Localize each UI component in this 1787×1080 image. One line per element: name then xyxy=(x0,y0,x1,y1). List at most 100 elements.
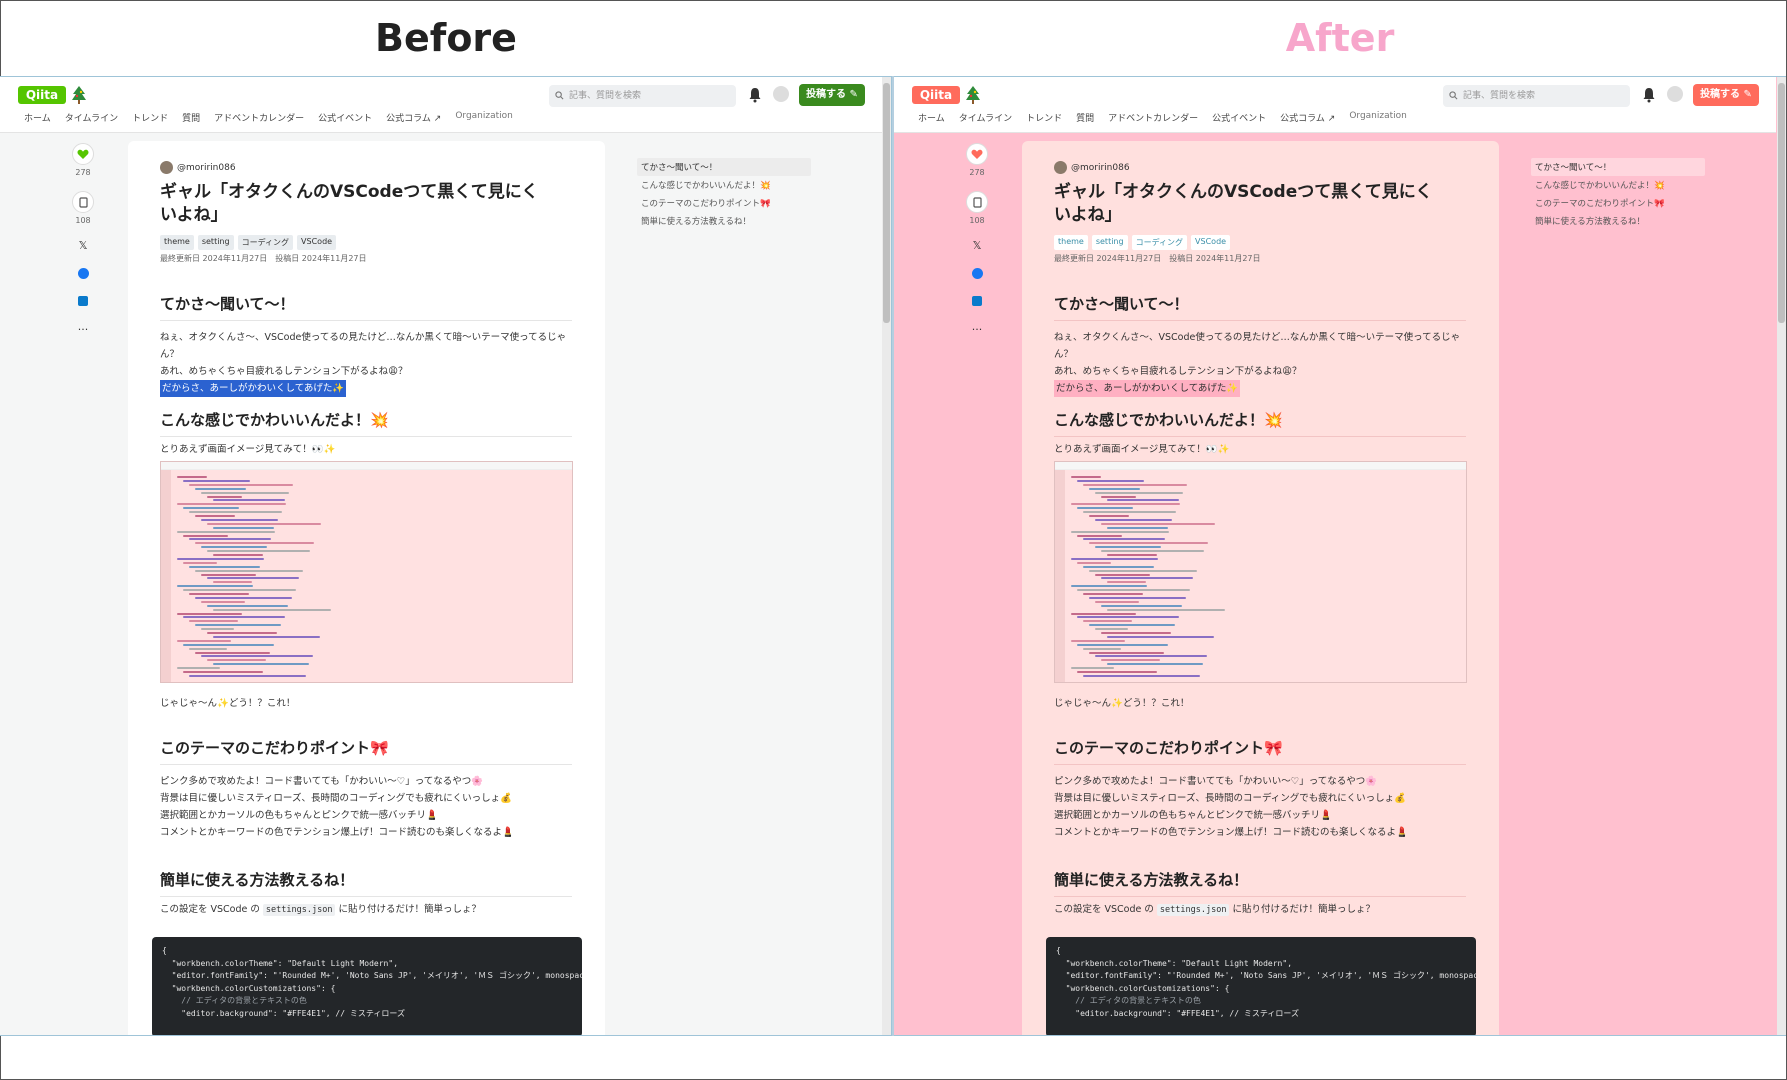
inline-code: settings.json xyxy=(1156,904,1230,916)
nav-item[interactable]: Organization xyxy=(455,111,513,124)
like-button[interactable] xyxy=(72,143,94,165)
toc-item[interactable]: てかさ～聞いて～！ xyxy=(1531,158,1705,176)
screenshot-code-line xyxy=(1071,503,1180,506)
stock-button[interactable] xyxy=(966,191,988,213)
qiita-logo[interactable]: Qiita xyxy=(912,86,960,104)
nav-item[interactable]: 公式コラム ↗ xyxy=(1280,111,1335,124)
user-avatar[interactable] xyxy=(773,86,789,102)
tag[interactable]: theme xyxy=(1054,235,1088,250)
hatena-share-icon[interactable] xyxy=(962,293,992,309)
screenshot-code-line xyxy=(177,585,253,588)
screenshot-code-line xyxy=(177,503,286,506)
code-block[interactable]: { "workbench.colorTheme": "Default Light… xyxy=(152,937,582,1035)
screenshot-code-line xyxy=(1095,573,1150,576)
author[interactable]: @moririn086 xyxy=(160,161,236,174)
scrollbar[interactable] xyxy=(882,77,891,1035)
nav-item[interactable]: タイムライン xyxy=(65,111,118,124)
nav-item[interactable]: タイムライン xyxy=(959,111,1012,124)
screenshot-code-line xyxy=(189,511,282,514)
toc-item[interactable]: こんな感じでかわいいんだよ！💥 xyxy=(1531,176,1705,194)
nav-item[interactable]: 質問 xyxy=(1076,111,1094,124)
selected-text[interactable]: だからさ、あーしがかわいくしてあげた✨ xyxy=(1054,380,1241,397)
paragraph-line: とりあえず画面イメージ見てみて！👀✨ xyxy=(1054,444,1230,455)
scrollbar-thumb[interactable] xyxy=(1778,83,1785,323)
post-button[interactable]: 投稿する ✎ xyxy=(1693,84,1759,106)
paragraph-line: じゃじゃ～ん✨どう！？これ！ xyxy=(1054,698,1190,709)
scrollbar[interactable] xyxy=(1777,77,1786,1035)
nav-item[interactable]: トレンド xyxy=(132,111,168,124)
nav-item[interactable]: 公式イベント xyxy=(1212,111,1266,124)
toc-item[interactable]: このテーマのこだわりポイント🎀 xyxy=(1531,194,1705,212)
paragraph-line: コメントとかキーワードの色でテンション爆上げ！コード読むのも楽しくなるよ💄 xyxy=(1054,827,1408,838)
screenshot-code-line xyxy=(201,546,267,549)
screenshot-code-line xyxy=(189,593,249,595)
screenshot-code-line xyxy=(177,612,242,615)
x-share-icon[interactable]: 𝕏 xyxy=(68,237,98,253)
inline-code: settings.json xyxy=(262,904,336,916)
search-input[interactable]: 記事、質問を検索 xyxy=(549,85,736,107)
qiita-logo[interactable]: Qiita xyxy=(18,86,66,104)
global-nav: ホーム タイムライン トレンド 質問 アドベントカレンダー 公式イベント 公式コラム ↗ Or… xyxy=(918,111,1421,124)
facebook-share-icon[interactable] xyxy=(68,265,98,281)
screenshot-code-line xyxy=(189,674,306,677)
toc-item[interactable]: てかさ～聞いて～！ xyxy=(637,158,811,176)
bell-icon[interactable] xyxy=(748,87,762,103)
toc-item[interactable]: こんな感じでかわいいんだよ！💥 xyxy=(637,176,811,194)
paragraph: この設定を VSCode の settings.json に貼り付けるだけ！簡単… xyxy=(1054,901,1466,919)
selected-text[interactable]: だからさ、あーしがかわいくしてあげた✨ xyxy=(160,380,347,397)
screenshot-code-line xyxy=(1095,518,1172,521)
screenshot-code-line xyxy=(1101,577,1193,580)
tag[interactable]: コーディング xyxy=(237,235,294,250)
more-icon[interactable]: ··· xyxy=(962,321,992,337)
section-heading: 簡単に使える方法教えるね！ xyxy=(160,869,572,897)
screenshot-code-line xyxy=(1107,526,1168,529)
action-rail: 278 108 𝕏 ··· xyxy=(68,143,98,337)
tag[interactable]: VSCode xyxy=(1191,235,1231,250)
code-block[interactable]: { "workbench.colorTheme": "Default Light… xyxy=(1046,937,1476,1035)
screenshot-code-line xyxy=(1077,479,1144,482)
tag[interactable]: setting xyxy=(1091,235,1128,250)
tag[interactable]: setting xyxy=(197,235,234,250)
vscode-screenshot-image[interactable] xyxy=(1054,461,1467,683)
tag[interactable]: theme xyxy=(160,235,194,250)
nav-item[interactable]: 質問 xyxy=(182,111,200,124)
tag[interactable]: コーディング xyxy=(1131,235,1188,250)
vscode-screenshot-image[interactable] xyxy=(160,461,573,683)
section-heading: てかさ～聞いて～！ xyxy=(160,293,572,321)
search-input[interactable]: 記事、質問を検索 xyxy=(1443,85,1630,107)
scrollbar-thumb[interactable] xyxy=(883,83,890,323)
bell-icon[interactable] xyxy=(1642,87,1656,103)
screenshot-code-line xyxy=(213,608,331,611)
author-name: @moririn086 xyxy=(177,162,236,173)
post-button[interactable]: 投稿する ✎ xyxy=(799,84,865,106)
screenshot-code-line xyxy=(1077,561,1111,564)
like-button[interactable] xyxy=(966,143,988,165)
nav-item[interactable]: ホーム xyxy=(24,111,51,124)
toc-item[interactable]: 簡単に使える方法教えるね！ xyxy=(1531,212,1705,230)
paragraph-line: あれ、めちゃくちゃ目疲れるしテンション下がるよね😩？ xyxy=(1054,366,1302,377)
site-header: Qiita 記事、質問を検索 投稿する ✎ ホーム タイムライン トレンド 質問 アドベ… xyxy=(0,77,882,133)
author[interactable]: @moririn086 xyxy=(1054,161,1130,174)
tag[interactable]: VSCode xyxy=(297,235,337,250)
nav-item[interactable]: 公式コラム ↗ xyxy=(386,111,441,124)
code-line: // エディタの背景とテキストの色 xyxy=(162,996,307,1005)
hatena-share-icon[interactable] xyxy=(68,293,98,309)
screenshot-code-line xyxy=(201,628,234,631)
x-share-icon[interactable]: 𝕏 xyxy=(962,237,992,253)
nav-item[interactable]: トレンド xyxy=(1026,111,1062,124)
toc-item[interactable]: 簡単に使える方法教えるね！ xyxy=(637,212,811,230)
nav-item[interactable]: アドベントカレンダー xyxy=(1108,111,1198,124)
nav-item[interactable]: ホーム xyxy=(918,111,945,124)
christmas-tree-icon xyxy=(966,86,980,104)
user-avatar[interactable] xyxy=(1667,86,1683,102)
screenshot-code-line xyxy=(201,491,289,494)
nav-item[interactable]: Organization xyxy=(1349,111,1407,124)
toc-item[interactable]: このテーマのこだわりポイント🎀 xyxy=(637,194,811,212)
facebook-share-icon[interactable] xyxy=(962,265,992,281)
screenshot-code-line xyxy=(1077,671,1157,673)
screenshot-code-line xyxy=(1077,589,1190,592)
nav-item[interactable]: 公式イベント xyxy=(318,111,372,124)
stock-button[interactable] xyxy=(72,191,94,213)
nav-item[interactable]: アドベントカレンダー xyxy=(214,111,304,124)
more-icon[interactable]: ··· xyxy=(68,321,98,337)
